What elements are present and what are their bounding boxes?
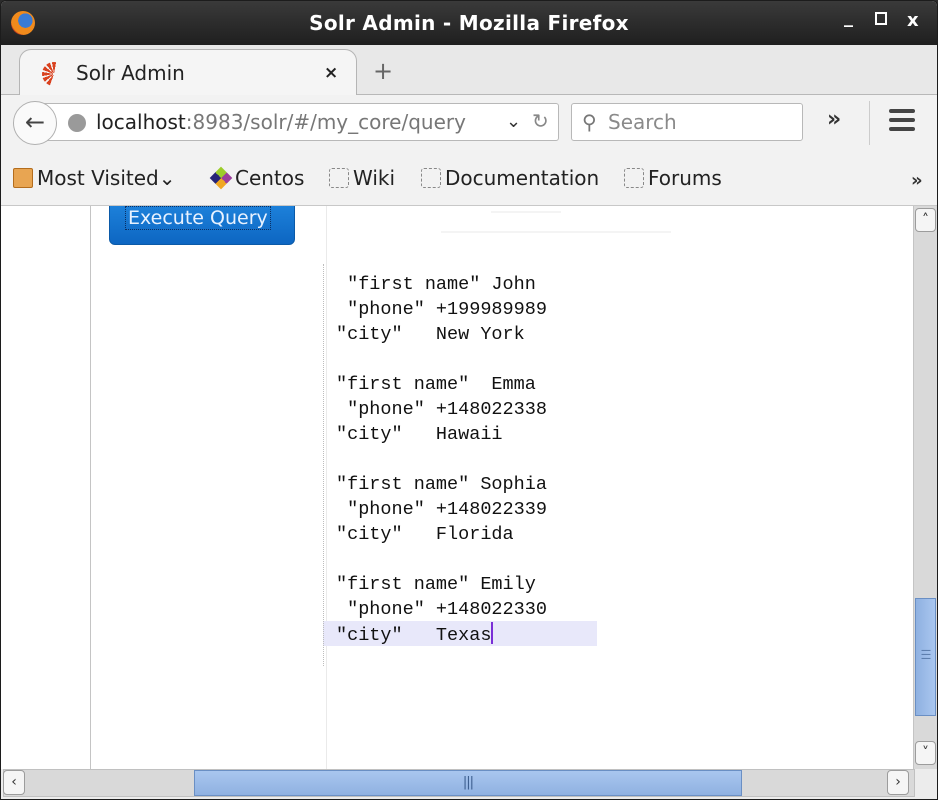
scroll-down-button[interactable]: ˅ bbox=[915, 741, 936, 765]
toolbar-divider bbox=[869, 101, 870, 145]
centos-icon bbox=[209, 166, 233, 190]
editor-line: "city" Hawaii bbox=[336, 424, 503, 445]
globe-icon bbox=[68, 114, 86, 132]
search-bar[interactable]: ⚲ bbox=[571, 103, 803, 141]
grip-icon: — — — bbox=[921, 645, 931, 664]
editor-line: "first name" Sophia bbox=[336, 474, 547, 495]
title-bar: Solr Admin - Mozilla Firefox _ x bbox=[1, 1, 937, 45]
bookmarks-toolbar: Most Visited⌄ Centos Wiki Documentation … bbox=[1, 152, 937, 206]
scroll-up-button[interactable]: ˄ bbox=[915, 208, 936, 232]
editor-line: "phone" +199989989 bbox=[336, 299, 547, 320]
new-tab-button[interactable]: + bbox=[373, 57, 393, 85]
url-bar[interactable]: localhost:8983/solr/#/my_core/query ⌄ ↻ bbox=[35, 103, 559, 141]
editor-line: "phone" +148022339 bbox=[336, 499, 547, 520]
bookmark-label: Most Visited bbox=[37, 166, 159, 190]
editor-line: "city" Florida bbox=[336, 524, 514, 545]
bookmark-centos[interactable]: Centos bbox=[209, 166, 305, 190]
url-text[interactable]: localhost:8983/solr/#/my_core/query bbox=[96, 110, 466, 134]
maximize-button[interactable] bbox=[875, 12, 887, 25]
bookmark-wiki[interactable]: Wiki bbox=[329, 166, 395, 190]
faded-text bbox=[441, 231, 671, 233]
editor-line: "first name" Emily bbox=[336, 574, 536, 595]
navigation-bar: localhost:8983/solr/#/my_core/query ⌄ ↻ … bbox=[1, 95, 937, 152]
bookmark-icon bbox=[329, 168, 349, 188]
hamburger-menu-icon[interactable] bbox=[889, 109, 915, 136]
folder-icon bbox=[13, 168, 33, 188]
horizontal-scroll-track[interactable]: ||| bbox=[3, 769, 915, 797]
bookmark-label: Documentation bbox=[445, 166, 600, 190]
horizontal-scroll-thumb[interactable]: ||| bbox=[194, 770, 742, 796]
editor-line: "first name" John bbox=[336, 274, 536, 295]
horizontal-scrollbar[interactable]: ||| ‹ › bbox=[1, 769, 937, 799]
execute-query-label: Execute Query bbox=[125, 206, 271, 230]
execute-query-button[interactable]: Execute Query bbox=[109, 206, 295, 245]
vertical-scrollbar[interactable]: ˄ — — — ˅ bbox=[913, 206, 937, 769]
url-dropdown-icon[interactable]: ⌄ bbox=[506, 111, 521, 132]
query-editor[interactable]: "first name" John "phone" +199989989 "cit… bbox=[323, 264, 663, 666]
editor-code[interactable]: "first name" John "phone" +199989989 "cit… bbox=[336, 272, 547, 647]
search-icon: ⚲ bbox=[582, 110, 597, 134]
tab-bar: Solr Admin × + bbox=[1, 45, 937, 96]
editor-line: "city" Texas bbox=[336, 622, 547, 647]
bookmark-forums[interactable]: Forums bbox=[624, 166, 722, 190]
text-cursor bbox=[491, 622, 494, 644]
solr-icon bbox=[42, 62, 66, 86]
vertical-scroll-thumb[interactable]: — — — bbox=[915, 598, 936, 716]
minimize-button[interactable]: _ bbox=[844, 7, 853, 28]
scroll-right-button[interactable]: › bbox=[887, 770, 909, 795]
bookmark-label: Centos bbox=[235, 166, 305, 190]
bookmark-icon bbox=[624, 168, 644, 188]
editor-line: "first name" Emma bbox=[336, 374, 536, 395]
faded-text bbox=[491, 211, 561, 213]
toolbar-overflow-button[interactable]: » bbox=[827, 107, 841, 132]
bookmark-label: Wiki bbox=[353, 166, 396, 190]
browser-window: Solr Admin - Mozilla Firefox _ x Solr Ad… bbox=[0, 0, 938, 800]
close-tab-icon[interactable]: × bbox=[324, 63, 338, 83]
tab-label: Solr Admin bbox=[76, 61, 185, 85]
search-input[interactable] bbox=[608, 109, 796, 135]
bookmark-icon bbox=[421, 168, 441, 188]
close-window-button[interactable]: x bbox=[907, 10, 919, 31]
scroll-left-button[interactable]: ‹ bbox=[3, 770, 25, 795]
tab-solr-admin[interactable]: Solr Admin × bbox=[19, 49, 357, 96]
sidebar-divider bbox=[90, 206, 91, 769]
url-path: :8983/solr/#/my_core/query bbox=[185, 110, 466, 134]
window-title: Solr Admin - Mozilla Firefox bbox=[309, 11, 629, 35]
bookmark-documentation[interactable]: Documentation bbox=[421, 166, 599, 190]
bookmarks-overflow-button[interactable]: » bbox=[911, 170, 923, 191]
bookmark-label: Forums bbox=[648, 166, 722, 190]
back-button[interactable]: ← bbox=[13, 101, 57, 145]
editor-line: "phone" +148022330 bbox=[336, 599, 547, 620]
chevron-down-icon: ⌄ bbox=[158, 166, 176, 190]
editor-line: "city" New York bbox=[336, 324, 525, 345]
page-content: Execute Query "first name" John "phone" … bbox=[1, 206, 913, 769]
url-host: localhost bbox=[96, 110, 186, 134]
bookmark-most-visited[interactable]: Most Visited⌄ bbox=[13, 166, 176, 190]
reload-icon[interactable]: ↻ bbox=[532, 109, 549, 133]
editor-line: "phone" +148022338 bbox=[336, 399, 547, 420]
